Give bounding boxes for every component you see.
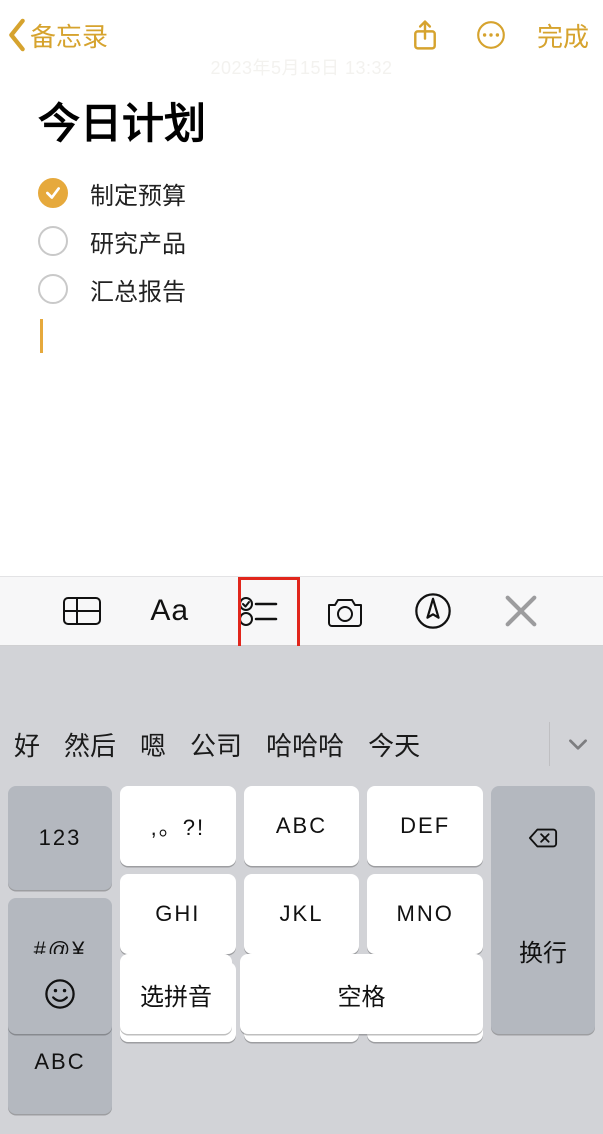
note-title[interactable]: 今日计划 (38, 90, 565, 151)
checklist-item-text: 汇总报告 (90, 272, 186, 307)
share-button[interactable] (401, 11, 449, 59)
emoji-icon (43, 977, 77, 1011)
key-pinyin[interactable]: 选拼音 (120, 954, 232, 1034)
markup-button[interactable] (395, 584, 471, 638)
camera-button[interactable] (307, 584, 383, 638)
key-abc2[interactable]: ABC (244, 786, 360, 866)
key-punct[interactable]: ,。?! (120, 786, 236, 866)
suggestion-item[interactable]: 公司 (190, 726, 242, 763)
chevron-left-icon (6, 18, 28, 52)
key-ghi[interactable]: GHI (120, 874, 236, 954)
suggestion-item[interactable]: 好 (14, 726, 40, 763)
checklist-row[interactable]: 制定预算 (38, 169, 565, 217)
back-label: 备忘录 (30, 17, 108, 54)
checklist-icon (238, 591, 278, 631)
checklist-row[interactable]: 汇总报告 (38, 265, 565, 313)
done-button[interactable]: 完成 (537, 17, 589, 54)
key-def[interactable]: DEF (367, 786, 483, 866)
checklist-button[interactable] (220, 584, 296, 638)
key-jkl[interactable]: JKL (244, 874, 360, 954)
keyboard: 123 #@¥ ABC ,。?! ABC DEF GHI JKL MNO PQR… (0, 778, 603, 1134)
suggestion-item[interactable]: 哈哈哈 (266, 726, 344, 763)
key-123[interactable]: 123 (8, 786, 112, 890)
more-button[interactable] (467, 11, 515, 59)
checkbox-checked-icon[interactable] (38, 178, 68, 208)
checkbox-empty-icon[interactable] (38, 226, 68, 256)
suggestion-bar: 好 然后 嗯 公司 哈哈哈 今天 (0, 710, 603, 778)
back-button[interactable]: 备忘录 (6, 17, 108, 54)
checkbox-empty-icon[interactable] (38, 274, 68, 304)
key-enter[interactable]: 换行 (491, 866, 595, 1034)
expand-suggestions-button[interactable] (549, 722, 593, 766)
chevron-down-icon (565, 731, 591, 757)
share-icon (410, 18, 440, 52)
pen-circle-icon (413, 591, 453, 631)
table-icon (62, 591, 102, 631)
checklist-row[interactable]: 研究产品 (38, 217, 565, 265)
checklist-item-text: 制定预算 (90, 176, 186, 211)
close-icon (501, 591, 541, 631)
suggestion-item[interactable]: 今天 (368, 726, 420, 763)
key-mno[interactable]: MNO (367, 874, 483, 954)
more-icon (475, 19, 507, 51)
suggestion-item[interactable]: 嗯 (140, 726, 166, 763)
table-button[interactable] (44, 584, 120, 638)
key-emoji[interactable] (8, 954, 112, 1034)
camera-icon (325, 591, 365, 631)
suggestion-item[interactable]: 然后 (64, 726, 116, 763)
text-format-button[interactable]: Aa (132, 584, 208, 638)
text-cursor (40, 319, 43, 353)
dismiss-keyboard-button[interactable] (483, 584, 559, 638)
keyboard-spacer (0, 646, 603, 710)
backspace-icon (528, 823, 558, 853)
checklist-item-text: 研究产品 (90, 224, 186, 259)
key-space[interactable]: 空格 (240, 954, 483, 1034)
